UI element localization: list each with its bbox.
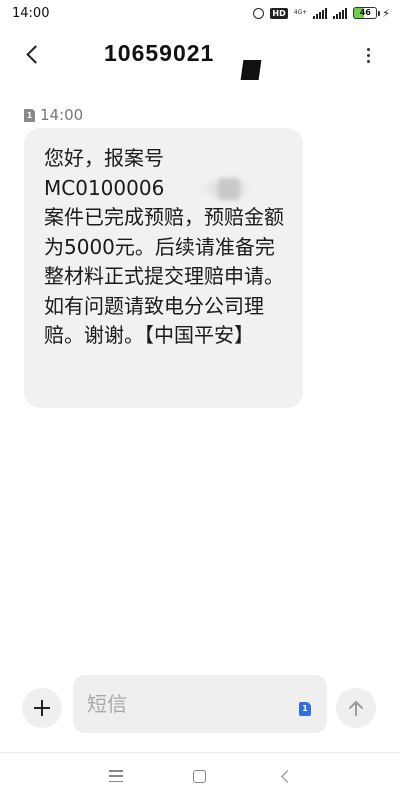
compose-box[interactable]: 1 xyxy=(73,675,327,733)
more-vertical-icon xyxy=(366,47,370,51)
plus-icon-vertical xyxy=(40,700,44,716)
sim-select-icon[interactable]: 1 xyxy=(299,702,311,716)
message-meta: 1 14:00 xyxy=(24,106,83,124)
message-text: 您好，报案号 MC0100006 案件已完成预赔，预赔金额为5000元。后续请准… xyxy=(44,146,284,347)
alarm-icon xyxy=(253,7,265,19)
signal-icon xyxy=(313,7,328,19)
battery-level: 46 xyxy=(353,7,378,19)
status-time: 14:00 xyxy=(12,5,50,21)
message-bubble[interactable]: 您好，报案号 MC0100006 案件已完成预赔，预赔金额为5000元。后续请准… xyxy=(24,128,303,408)
back-button[interactable] xyxy=(16,38,48,70)
system-navigation-bar xyxy=(0,752,400,800)
home-icon[interactable] xyxy=(193,770,206,783)
blurred-redaction-block xyxy=(218,178,240,200)
add-attachment-button[interactable] xyxy=(22,688,62,728)
charging-icon: ⚡ xyxy=(382,6,390,20)
send-button[interactable] xyxy=(336,688,376,728)
more-dot xyxy=(366,53,370,57)
message-input[interactable] xyxy=(87,685,287,723)
nav-back-icon[interactable] xyxy=(281,770,294,783)
signal-icon-2 xyxy=(333,7,348,19)
battery-icon: 46 ⚡ xyxy=(353,7,390,20)
conversation-header: 10659021 xyxy=(0,28,400,80)
battery-cap xyxy=(378,10,381,16)
more-dot xyxy=(366,59,370,63)
more-options-button[interactable] xyxy=(354,40,382,70)
network-type-icon: 4G+ xyxy=(293,9,308,16)
redaction-mark xyxy=(240,60,262,80)
menu-icon[interactable] xyxy=(109,770,123,782)
message-timestamp: 14:00 xyxy=(40,106,84,124)
sim-card-icon: 1 xyxy=(24,108,35,122)
chevron-left-icon xyxy=(25,44,45,64)
status-bar: 14:00 HD 4G+ 46 ⚡ xyxy=(0,0,400,26)
status-icons: HD 4G+ 46 ⚡ xyxy=(253,7,390,20)
contact-title: 10659021 xyxy=(104,40,215,66)
arrow-up-icon xyxy=(349,701,363,716)
hd-icon: HD xyxy=(270,7,288,19)
